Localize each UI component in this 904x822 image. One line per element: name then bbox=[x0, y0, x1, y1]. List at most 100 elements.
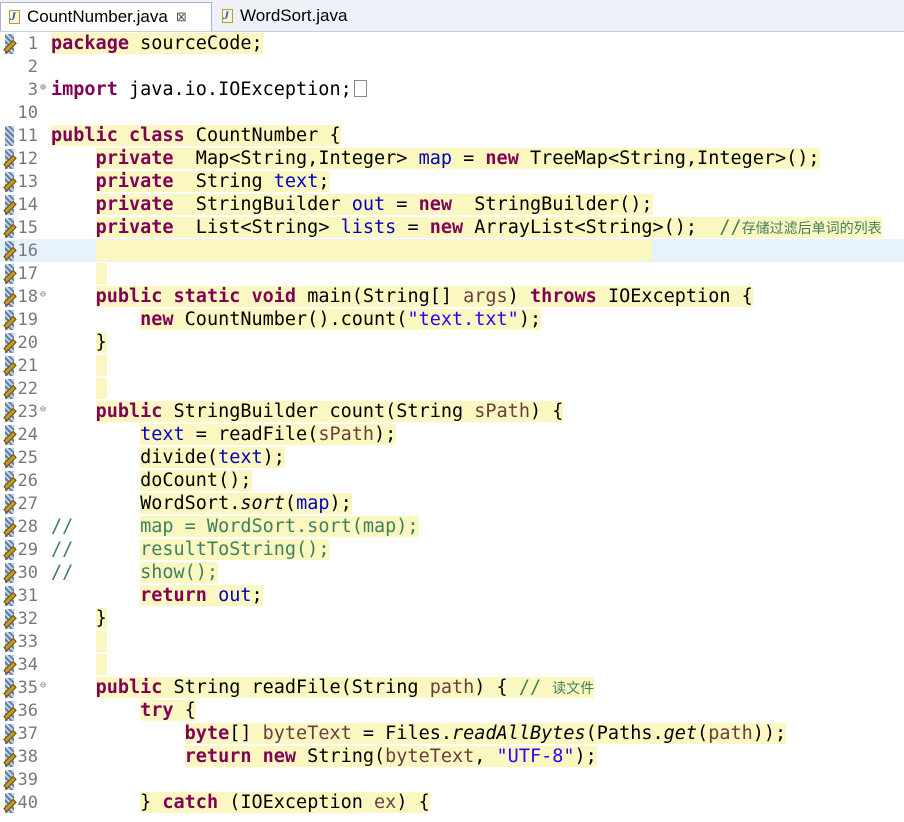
line-number: 3 bbox=[27, 80, 38, 100]
code-line[interactable]: 37 byte[] byteText = Files.readAllBytes(… bbox=[0, 722, 904, 745]
annotation-marker-icon bbox=[3, 264, 17, 284]
annotation-marker-icon bbox=[3, 425, 17, 445]
code-line[interactable]: 2 bbox=[0, 55, 904, 78]
collapse-fold-icon[interactable]: ⊖ bbox=[40, 680, 46, 691]
code-line[interactable]: 14 private StringBuilder out = new Strin… bbox=[0, 193, 904, 216]
code-line[interactable]: 32 } bbox=[0, 607, 904, 630]
code-line[interactable]: 15 private List<String> lists = new Arra… bbox=[0, 216, 904, 239]
code-text: doCount(); bbox=[140, 470, 252, 491]
annotation-marker-icon bbox=[3, 126, 17, 146]
annotation-marker-icon bbox=[3, 448, 17, 468]
code-line[interactable]: 16 bbox=[0, 239, 904, 262]
code-text: byte[] byteText = Files.readAllBytes(Pat… bbox=[184, 723, 787, 744]
line-number: 36 bbox=[17, 701, 38, 721]
code-line[interactable]: 33 bbox=[0, 630, 904, 653]
code-text: public String readFile(String path) { //… bbox=[95, 677, 595, 698]
editor-tab-bar: J CountNumber.java ⊠ J WordSort.java bbox=[0, 0, 904, 32]
annotation-marker-icon bbox=[3, 632, 17, 652]
code-line[interactable]: 11 public class CountNumber { bbox=[0, 124, 904, 147]
code-text: package sourceCode; bbox=[51, 33, 263, 54]
code-line[interactable]: 31 return out; bbox=[0, 584, 904, 607]
line-number: 37 bbox=[17, 724, 38, 744]
code-text: divide(text); bbox=[140, 447, 285, 468]
annotation-marker-icon bbox=[3, 770, 17, 790]
line-number: 28 bbox=[17, 517, 38, 537]
code-line[interactable]: 22 bbox=[0, 377, 904, 400]
code-line[interactable]: 20 } bbox=[0, 331, 904, 354]
annotation-marker-icon bbox=[3, 586, 17, 606]
line-number: 40 bbox=[17, 793, 38, 813]
annotation-marker-icon bbox=[3, 517, 17, 537]
code-line[interactable]: 26 doCount(); bbox=[0, 469, 904, 492]
annotation-marker-icon bbox=[3, 356, 17, 376]
code-text: import java.io.IOException; bbox=[51, 79, 367, 101]
collapse-fold-icon[interactable]: ⊖ bbox=[40, 289, 46, 300]
line-number: 35 bbox=[17, 678, 38, 698]
annotation-marker-icon bbox=[3, 241, 17, 261]
line-number: 15 bbox=[17, 218, 38, 238]
annotation-marker-icon bbox=[3, 494, 17, 514]
code-line[interactable]: 10 bbox=[0, 101, 904, 124]
java-file-icon: J bbox=[7, 9, 22, 25]
code-line[interactable]: 23 ⊖ public StringBuilder count(String sP… bbox=[0, 400, 904, 423]
line-number: 12 bbox=[17, 149, 38, 169]
line-number: 23 bbox=[17, 402, 38, 422]
code-line[interactable]: 29 // resultToString(); bbox=[0, 538, 904, 561]
line-number: 11 bbox=[17, 126, 38, 146]
code-text bbox=[51, 263, 107, 285]
annotation-marker-icon bbox=[3, 172, 17, 192]
code-line[interactable]: 3 ⊕ import java.io.IOException; bbox=[0, 78, 904, 101]
code-line[interactable]: 25 divide(text); bbox=[0, 446, 904, 469]
expand-fold-icon[interactable]: ⊕ bbox=[40, 82, 46, 93]
code-text: return out; bbox=[140, 585, 263, 606]
code-line[interactable]: 18 ⊖ public static void main(String[] arg… bbox=[0, 285, 904, 308]
code-text: public class CountNumber { bbox=[51, 125, 341, 146]
collapse-fold-icon[interactable]: ⊖ bbox=[40, 404, 46, 415]
code-line[interactable]: 1 package sourceCode; bbox=[0, 32, 904, 55]
code-line[interactable]: 30 // show(); bbox=[0, 561, 904, 584]
annotation-marker-icon bbox=[3, 287, 17, 307]
code-line[interactable]: 39 bbox=[0, 768, 904, 791]
code-text: // map = WordSort.sort(map); bbox=[51, 516, 419, 537]
code-line[interactable]: 12 private Map<String,Integer> map = new… bbox=[0, 147, 904, 170]
code-line[interactable]: 17 bbox=[0, 262, 904, 285]
code-text: WordSort.sort(map); bbox=[140, 493, 352, 514]
line-number: 18 bbox=[17, 287, 38, 307]
line-number: 27 bbox=[17, 494, 38, 514]
code-text bbox=[51, 378, 107, 400]
annotation-marker-icon bbox=[3, 149, 17, 169]
code-line[interactable]: 13 private String text; bbox=[0, 170, 904, 193]
code-line[interactable]: 21 bbox=[0, 354, 904, 377]
code-line[interactable]: 19 new CountNumber().count("text.txt"); bbox=[0, 308, 904, 331]
code-text: private StringBuilder out = new StringBu… bbox=[95, 194, 653, 215]
tab-countnumber-java[interactable]: J CountNumber.java ⊠ bbox=[0, 2, 212, 31]
close-icon[interactable]: ⊠ bbox=[176, 9, 187, 25]
code-line[interactable]: 27 WordSort.sort(map); bbox=[0, 492, 904, 515]
code-editor[interactable]: 1 package sourceCode; 2 3 ⊕ import java.io.IO… bbox=[0, 32, 904, 822]
annotation-marker-icon bbox=[3, 195, 17, 215]
code-line[interactable]: 24 text = readFile(sPath); bbox=[0, 423, 904, 446]
code-text bbox=[51, 240, 653, 262]
tab-wordsort-java[interactable]: J WordSort.java bbox=[214, 2, 364, 30]
line-number: 26 bbox=[17, 471, 38, 491]
line-number: 21 bbox=[17, 356, 38, 376]
code-line[interactable]: 35 ⊖ public String readFile(String path) … bbox=[0, 676, 904, 699]
code-text bbox=[51, 355, 107, 377]
code-line[interactable]: 40 } catch (IOException ex) { bbox=[0, 791, 904, 814]
line-number: 19 bbox=[17, 310, 38, 330]
annotation-marker-icon bbox=[3, 793, 17, 813]
annotation-marker-icon bbox=[3, 655, 17, 675]
code-text: private String text; bbox=[95, 171, 330, 192]
code-text: // show(); bbox=[51, 562, 219, 583]
annotation-marker-icon bbox=[3, 678, 17, 698]
annotation-marker-icon bbox=[3, 218, 17, 238]
line-number: 22 bbox=[17, 379, 38, 399]
line-number: 20 bbox=[17, 333, 38, 353]
line-number: 34 bbox=[17, 655, 38, 675]
code-line[interactable]: 38 return new String(byteText, "UTF-8"); bbox=[0, 745, 904, 768]
code-line[interactable]: 28 // map = WordSort.sort(map); bbox=[0, 515, 904, 538]
line-number: 31 bbox=[17, 586, 38, 606]
tab-label: WordSort.java bbox=[240, 6, 348, 25]
code-line[interactable]: 36 try { bbox=[0, 699, 904, 722]
code-line[interactable]: 34 bbox=[0, 653, 904, 676]
